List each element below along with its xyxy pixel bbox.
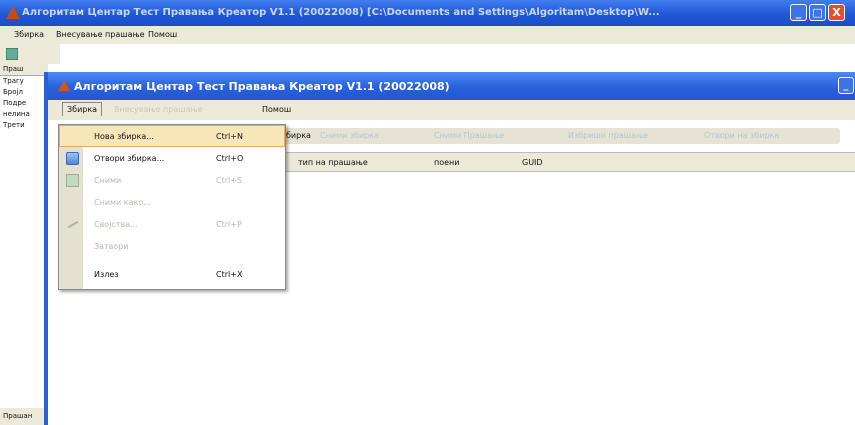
open-icon (66, 152, 79, 165)
left-panel-item[interactable]: Бројл (0, 87, 48, 98)
outer-menu-insert[interactable]: Внесување прашање (56, 30, 145, 39)
menu-item-exit[interactable]: Излез Ctrl+X (60, 264, 284, 284)
column-question-type[interactable]: тип на прашање (298, 158, 368, 167)
toolbar-save-collection[interactable]: Сними збирка (320, 131, 379, 140)
left-panel-header: Праш (0, 64, 48, 76)
status-text: Прашан (3, 412, 33, 420)
grid-header: тип на прашање поени GUID (284, 152, 855, 172)
outer-maximize-button[interactable]: □ (809, 4, 826, 21)
menu-item-label: Отвори збирка... (94, 154, 165, 163)
inner-app-logo-icon (58, 80, 70, 91)
toolbar-open-collection[interactable]: Отвори на збирка (704, 131, 779, 140)
menu-item-label: Затвори (94, 242, 129, 251)
outer-left-panel: Праш Трагу Бројл Подре нелина Трети (0, 64, 48, 404)
properties-icon (64, 215, 79, 229)
left-panel-item[interactable]: Подре (0, 98, 48, 109)
app-logo-icon (6, 6, 20, 19)
collection-dropdown-menu: Нова збирка... Ctrl+N Отвори збирка... C… (58, 124, 286, 290)
column-guid[interactable]: GUID (522, 158, 543, 167)
menu-item-label: Излез (94, 270, 119, 279)
toolbar-save-question[interactable]: Сними Прашање (434, 131, 504, 140)
outer-menu-help[interactable]: Помош (148, 30, 177, 39)
menu-collection[interactable]: Збирка (62, 102, 103, 116)
menu-item-shortcut: Ctrl+O (216, 154, 244, 163)
menu-item-shortcut: Ctrl+P (216, 220, 242, 229)
menu-item-label: Својства... (94, 220, 138, 229)
menu-item-label: Сними (94, 176, 122, 185)
outer-menu-bar: Збирка Внесување прашање Помош (0, 26, 855, 44)
menu-item-shortcut: Ctrl+X (216, 270, 243, 279)
left-panel-item[interactable]: нелина (0, 109, 48, 120)
inner-title-bar: Алгоритам Центар Тест Правања Креатор V1… (48, 72, 855, 100)
save-icon (66, 174, 79, 187)
toolbar-partial-label[interactable]: бирка (286, 131, 311, 140)
menu-item-new-collection[interactable]: Нова збирка... Ctrl+N (59, 125, 285, 147)
inner-menu-bar: Збирка Внесување прашање Помош (48, 100, 855, 120)
menu-item-shortcut: Ctrl+S (216, 176, 243, 185)
inner-minimize-button[interactable]: _ (838, 77, 854, 94)
menu-item-shortcut: Ctrl+N (216, 132, 243, 141)
toolbar-new-icon[interactable] (6, 48, 18, 60)
left-panel-item[interactable]: Трети (0, 120, 48, 131)
menu-help[interactable]: Помош (262, 105, 291, 114)
outer-title-bar: Алгоритам Центар Тест Правања Креатор V1… (0, 0, 855, 26)
column-points[interactable]: поени (434, 158, 459, 167)
menu-item-properties[interactable]: Својства... Ctrl+P (60, 214, 284, 234)
menu-item-open-collection[interactable]: Отвори збирка... Ctrl+O (60, 148, 284, 168)
menu-item-close[interactable]: Затвори (60, 236, 284, 256)
outer-window-title: Алгоритам Центар Тест Правања Креатор V1… (22, 7, 660, 18)
toolbar-delete-question[interactable]: Избриши прашање (568, 131, 648, 140)
outer-menu-collection[interactable]: Збирка (14, 30, 44, 39)
toolbar-strip: бирка Сними збирка Сними Прашање Избриши… (284, 128, 840, 144)
outer-close-button[interactable]: X (828, 4, 845, 21)
outer-toolbar (0, 44, 60, 64)
menu-insert-question[interactable]: Внесување прашање (114, 105, 203, 114)
menu-item-label: Нова збирка... (94, 132, 154, 141)
menu-item-save[interactable]: Сними Ctrl+S (60, 170, 284, 190)
inner-window-title: Алгоритам Центар Тест Правања Креатор V1… (74, 80, 450, 93)
menu-item-label: Сними како... (94, 198, 151, 207)
outer-minimize-button[interactable]: _ (790, 4, 807, 21)
menu-item-save-as[interactable]: Сними како... (60, 192, 284, 212)
left-panel-item[interactable]: Трагу (0, 76, 48, 87)
